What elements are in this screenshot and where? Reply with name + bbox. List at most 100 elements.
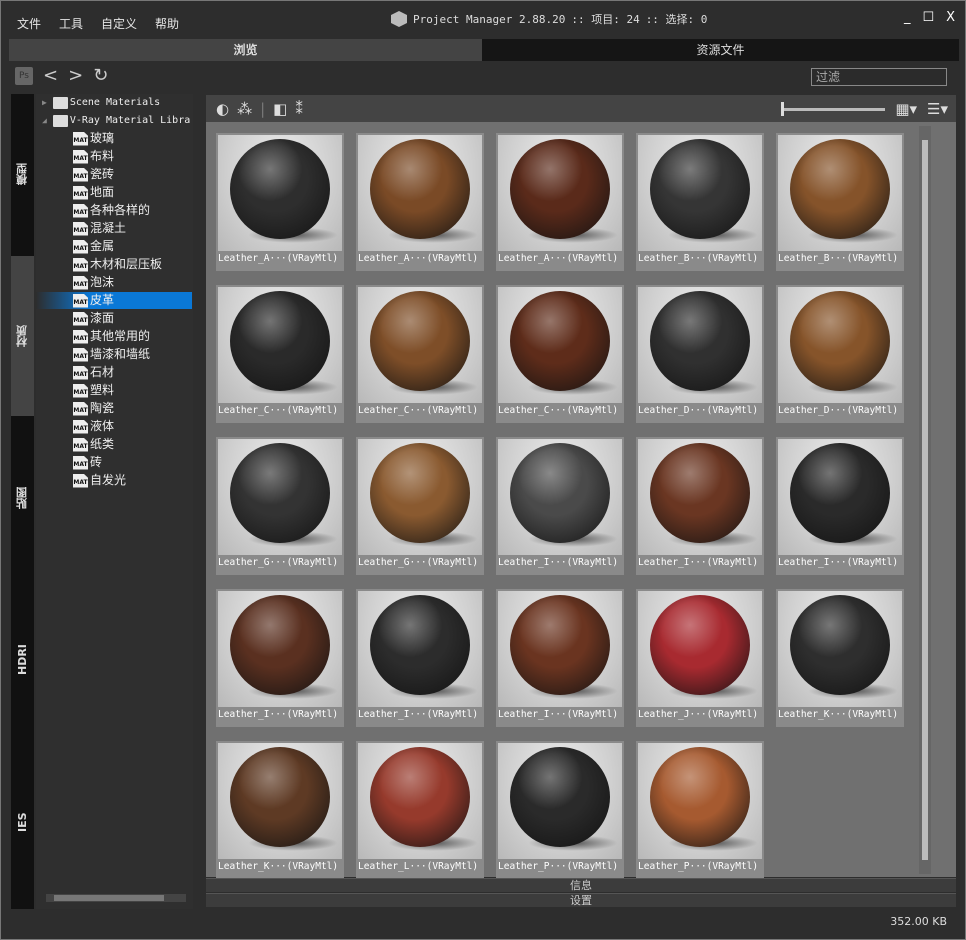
material-item[interactable]: Leather_P···(VRayMtl) [496,741,624,879]
vtab-models[interactable]: 模型 [11,94,34,254]
vtab-maps[interactable]: 贴图 [11,418,34,578]
tree-item[interactable]: MAT陶瓷 [73,400,114,417]
folder-icon [53,115,68,127]
material-thumbnail [358,287,482,403]
tree-hscroll[interactable] [46,894,186,902]
status-size: 352.00 KB [890,915,947,928]
close-icon[interactable]: X [946,10,955,25]
vtab-hdri[interactable]: HDRI [11,580,34,740]
menu-customize[interactable]: 自定义 [101,17,137,31]
material-item[interactable]: Leather_C···(VRayMtl) [356,285,484,423]
material-item[interactable]: Leather_I···(VRayMtl) [496,589,624,727]
tree-item[interactable]: MAT玻璃 [73,130,114,147]
vtab-ies[interactable]: IES [11,742,34,902]
material-file-icon: MAT [73,222,88,236]
apply-material-icon[interactable]: ⁂ [237,100,252,118]
tree-item[interactable]: MAT墙漆和墙纸 [73,346,150,363]
material-item[interactable]: Leather_D···(VRayMtl) [776,285,904,423]
material-item[interactable]: Leather_G···(VRayMtl) [216,437,344,575]
photoshop-icon[interactable]: Ps [15,67,33,85]
tree-item[interactable]: MAT石材 [73,364,114,381]
menu-help[interactable]: 帮助 [155,17,179,31]
tree-item[interactable]: MAT金属 [73,238,114,255]
forward-icon[interactable]: > [68,65,83,86]
material-file-icon: MAT [73,384,88,398]
material-item[interactable]: Leather_C···(VRayMtl) [496,285,624,423]
tree-root-vray[interactable]: ◢V-Ray Material Libra [42,112,190,129]
replace-material-icon[interactable]: ⁑ [295,100,303,118]
maximize-icon[interactable]: ☐ [922,10,934,25]
menu-tools[interactable]: 工具 [59,17,83,31]
material-label: Leather_B···(VRayMtl) [638,253,758,264]
tree-item[interactable]: MAT木材和层压板 [73,256,162,273]
item-count: :: 项目: 24 [571,11,639,27]
tree-item[interactable]: MAT砖 [73,454,102,471]
tree-root-scene[interactable]: ▶Scene Materials [42,94,160,111]
thumbnail-size-slider[interactable] [781,105,885,113]
tree-label: 自发光 [90,472,126,489]
menu-file[interactable]: 文件 [17,17,41,31]
material-thumbnail [778,591,902,707]
tree-item[interactable]: MAT液体 [73,418,114,435]
material-thumbnail [638,591,762,707]
tree-item[interactable]: MAT地面 [73,184,114,201]
material-thumbnail [638,135,762,251]
material-sphere [230,291,330,391]
tree-item[interactable]: MAT漆面 [73,310,114,327]
tree-item[interactable]: MAT皮革 [36,292,192,309]
sort-icon[interactable]: ☰▾ [927,100,948,118]
tree-label: 石材 [90,364,114,381]
load-material-icon[interactable]: ◐ [216,100,229,118]
vtab-materials[interactable]: 材质 [11,256,34,416]
pick-material-icon[interactable]: ◧ [273,100,287,118]
tree-label: 泡沫 [90,274,114,291]
tree-item[interactable]: MAT混凝土 [73,220,126,237]
tree-item[interactable]: MAT其他常用的 [73,328,150,345]
material-item[interactable]: Leather_P···(VRayMtl) [636,741,764,879]
material-sphere [650,291,750,391]
material-item[interactable]: Leather_D···(VRayMtl) [636,285,764,423]
material-sphere [510,139,610,239]
material-label: Leather_I···(VRayMtl) [218,709,338,720]
tree-item[interactable]: MAT自发光 [73,472,126,489]
grid-scrollbar[interactable] [919,126,931,874]
material-item[interactable]: Leather_I···(VRayMtl) [496,437,624,575]
material-sphere [650,747,750,847]
material-item[interactable]: Leather_I···(VRayMtl) [356,589,484,727]
tree-item[interactable]: MAT布料 [73,148,114,165]
filter-input[interactable]: 过滤 [811,68,947,86]
minimize-icon[interactable]: _ [904,10,911,25]
material-label: Leather_C···(VRayMtl) [498,405,618,416]
material-item[interactable]: Leather_A···(VRayMtl) [356,133,484,271]
tab-resource-files[interactable]: 资源文件 [482,39,959,61]
tree-item[interactable]: MAT纸类 [73,436,114,453]
material-item[interactable]: Leather_L···(VRayMtl) [356,741,484,879]
view-mode-icon[interactable]: ▦▾ [895,100,917,118]
material-item[interactable]: Leather_B···(VRayMtl) [776,133,904,271]
material-item[interactable]: Leather_K···(VRayMtl) [776,589,904,727]
material-item[interactable]: Leather_I···(VRayMtl) [216,589,344,727]
tree-item[interactable]: MAT泡沫 [73,274,114,291]
material-label: Leather_P···(VRayMtl) [638,861,758,872]
material-item[interactable]: Leather_I···(VRayMtl) [636,437,764,575]
material-item[interactable]: Leather_G···(VRayMtl) [356,437,484,575]
material-item[interactable]: Leather_J···(VRayMtl) [636,589,764,727]
tree-label: 其他常用的 [90,328,150,345]
back-icon[interactable]: < [43,65,58,86]
tree-item[interactable]: MAT塑料 [73,382,114,399]
tab-browse[interactable]: 浏览 [9,39,482,61]
material-item[interactable]: Leather_C···(VRayMtl) [216,285,344,423]
material-item[interactable]: Leather_B···(VRayMtl) [636,133,764,271]
refresh-icon[interactable]: ↻ [93,65,108,86]
material-label: Leather_A···(VRayMtl) [358,253,478,264]
material-thumbnail [638,287,762,403]
settings-panel-header[interactable]: 设置 [206,893,956,907]
info-panel-header[interactable]: 信息 [206,878,956,892]
material-item[interactable]: Leather_K···(VRayMtl) [216,741,344,879]
material-item[interactable]: Leather_I···(VRayMtl) [776,437,904,575]
material-item[interactable]: Leather_A···(VRayMtl) [216,133,344,271]
tree-item[interactable]: MAT各种各样的 [73,202,150,219]
material-item[interactable]: Leather_A···(VRayMtl) [496,133,624,271]
tree-item[interactable]: MAT瓷砖 [73,166,114,183]
material-file-icon: MAT [73,132,88,146]
